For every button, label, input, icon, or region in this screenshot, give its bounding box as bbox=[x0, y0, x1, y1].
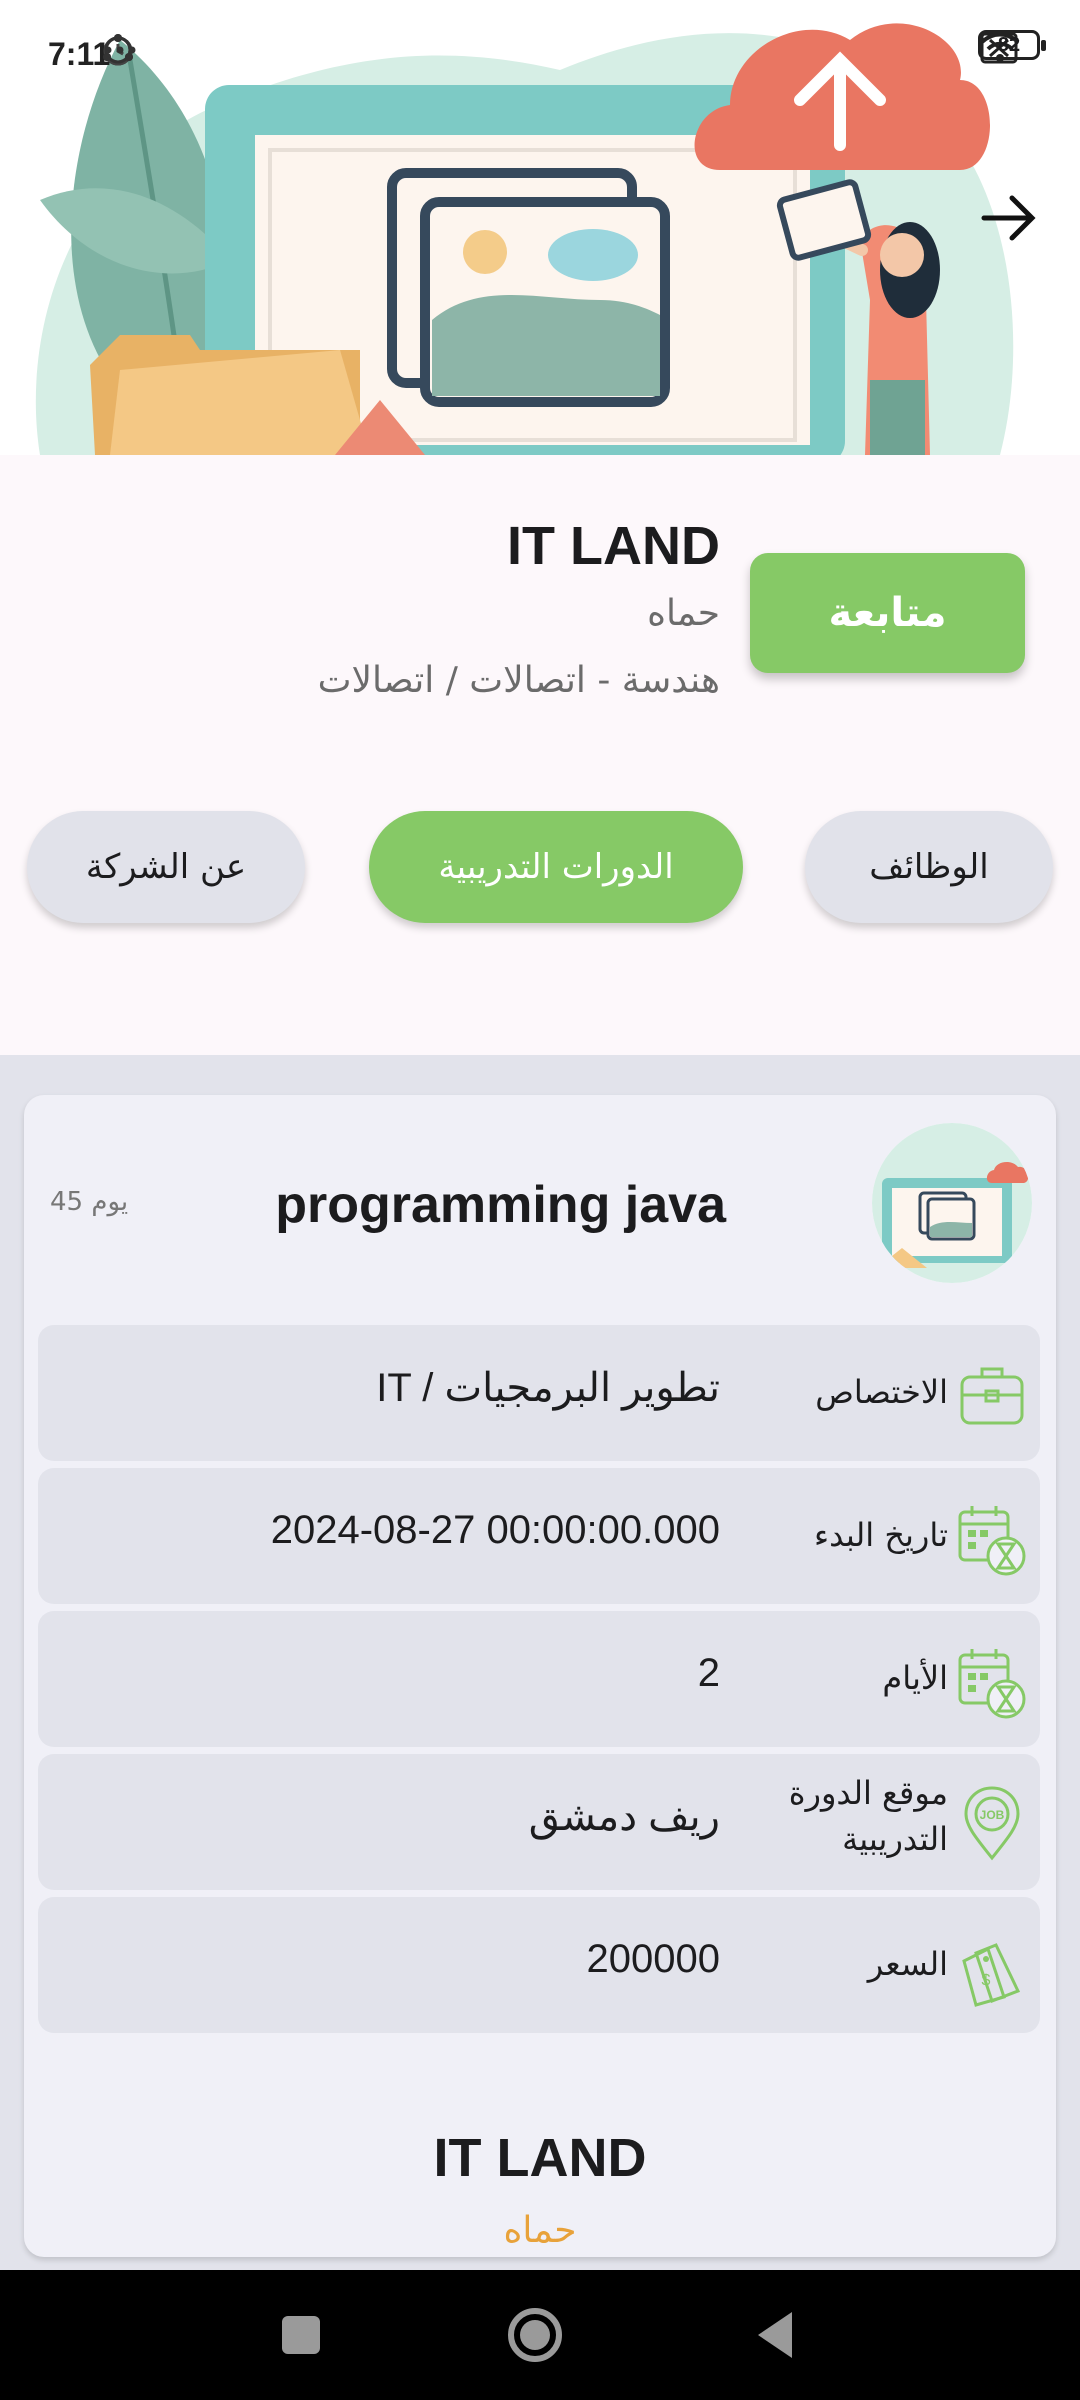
company-info: IT LAND حماه هندسة - اتصالات / اتصالات م… bbox=[0, 455, 1080, 775]
home-button[interactable] bbox=[500, 2300, 570, 2370]
battery-icon: 82 bbox=[978, 30, 1046, 60]
tab-jobs[interactable]: الوظائف bbox=[805, 811, 1053, 923]
more-icon bbox=[104, 46, 136, 54]
company-name: IT LAND bbox=[507, 516, 720, 576]
svg-text:$: $ bbox=[982, 1972, 991, 1989]
info-label: السعر bbox=[867, 1945, 948, 1983]
card-company-city: حماه bbox=[503, 2210, 577, 2251]
svg-text:JOB: JOB bbox=[980, 1808, 1005, 1822]
briefcase-icon bbox=[960, 1367, 1024, 1425]
status-bar: 7:11 82 bbox=[0, 0, 1080, 105]
calendar-hourglass-icon bbox=[958, 1649, 1026, 1719]
system-nav-bar bbox=[0, 2270, 1080, 2400]
card-company-name: IT LAND bbox=[433, 2128, 647, 2188]
course-duration: 45 يوم bbox=[50, 1187, 129, 1217]
arrow-right-icon bbox=[981, 195, 1036, 241]
follow-button[interactable]: متابعة bbox=[750, 553, 1025, 673]
info-value: ريف دمشق bbox=[528, 1795, 720, 1839]
course-thumbnail-image bbox=[872, 1123, 1032, 1283]
info-label: الأيام bbox=[882, 1659, 948, 1697]
calendar-hourglass-icon bbox=[958, 1506, 1026, 1576]
tab-about-company[interactable]: عن الشركة bbox=[27, 811, 305, 923]
recents-button[interactable] bbox=[266, 2300, 336, 2370]
info-value: IT / تطوير البرمجيات bbox=[376, 1366, 720, 1410]
status-icons-right: 82 bbox=[978, 30, 1046, 64]
info-label: موقع الدورة التدريبية bbox=[788, 1774, 948, 1859]
info-label: الاختصاص bbox=[815, 1373, 948, 1411]
course-list: programming java 45 يوم الاختصاص IT / تط… bbox=[0, 1055, 1080, 2270]
company-city: حماه bbox=[647, 593, 720, 634]
course-title: programming java bbox=[275, 1176, 726, 1234]
company-sector: هندسة - اتصالات / اتصالات bbox=[317, 660, 720, 701]
price-tag-icon: $ bbox=[962, 1943, 1021, 2007]
header-banner: 7:11 82 bbox=[0, 0, 1080, 455]
info-row-start-date: تاريخ البدء 2024-08-27 00:00:00.000 bbox=[38, 1468, 1040, 1604]
tab-training-courses[interactable]: الدورات التدريبية bbox=[369, 811, 743, 923]
back-button[interactable] bbox=[740, 2300, 810, 2370]
info-row-location: JOB موقع الدورة التدريبية ريف دمشق bbox=[38, 1754, 1040, 1890]
info-value: 2 bbox=[697, 1651, 720, 1695]
info-label: تاريخ البدء bbox=[814, 1516, 948, 1554]
course-thumbnail bbox=[872, 1123, 1032, 1283]
tabs-bar: عن الشركة الدورات التدريبية الوظائف bbox=[0, 775, 1080, 1055]
info-value: 200000 bbox=[586, 1937, 720, 1981]
course-card[interactable]: programming java 45 يوم الاختصاص IT / تط… bbox=[24, 1095, 1056, 2257]
info-row-specialization: الاختصاص IT / تطوير البرمجيات bbox=[38, 1325, 1040, 1461]
info-row-days: الأيام 2 bbox=[38, 1611, 1040, 1747]
info-row-price: $ السعر 200000 bbox=[38, 1897, 1040, 2033]
back-arrow-icon[interactable] bbox=[974, 188, 1044, 248]
info-value: 2024-08-27 00:00:00.000 bbox=[270, 1508, 720, 1552]
job-location-icon: JOB bbox=[964, 1786, 1020, 1861]
